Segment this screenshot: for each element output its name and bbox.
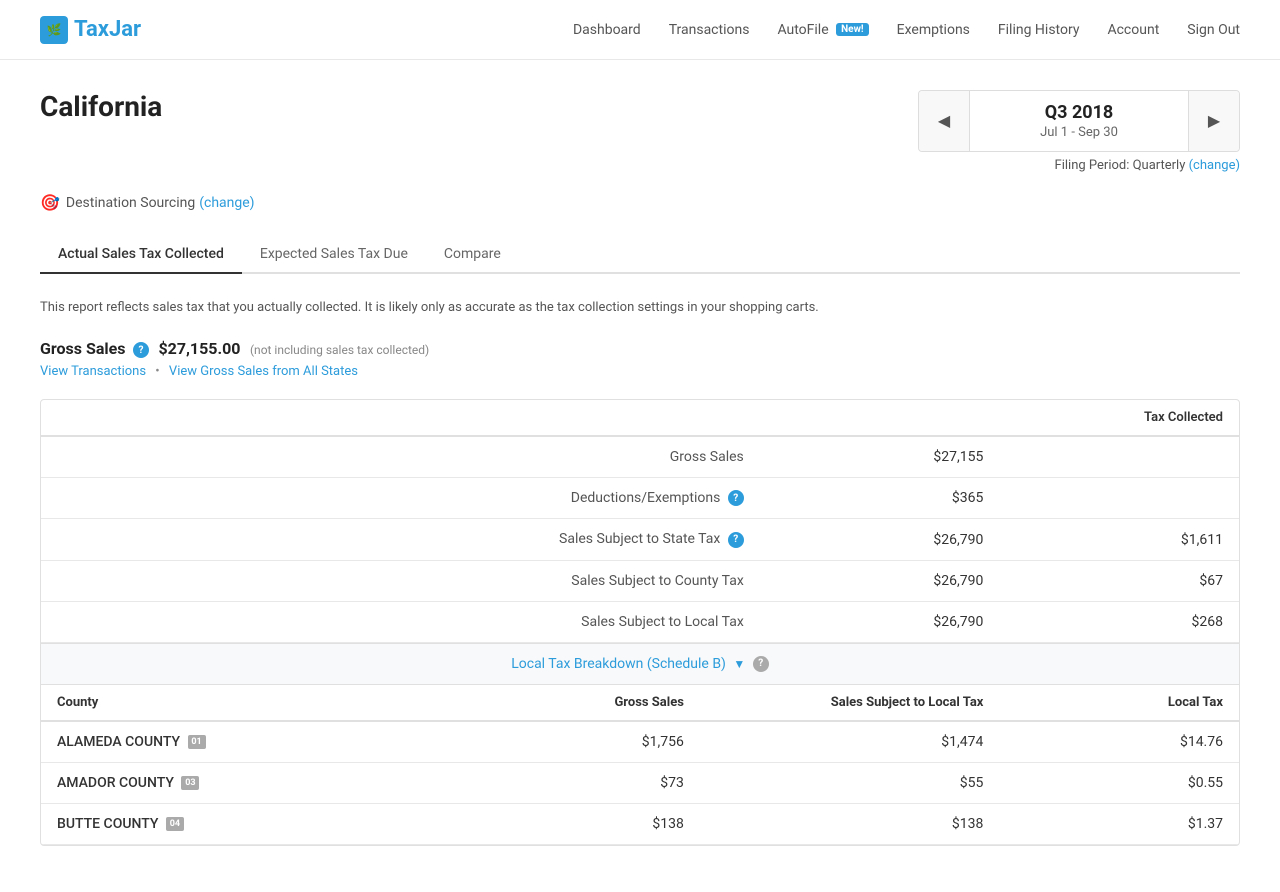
row-tax-deductions [999, 478, 1239, 519]
col-header-amount [760, 400, 1000, 436]
row-amount-county-tax: $26,790 [760, 560, 1000, 601]
county-row: AMADOR COUNTY 03 $73 $55 $0.55 [41, 762, 1239, 803]
sourcing-row: 🎯 Destination Sourcing (change) [40, 193, 1240, 212]
row-label-local-tax: Sales Subject to Local Tax [41, 601, 760, 642]
view-transactions-link[interactable]: View Transactions [40, 364, 146, 379]
county-table: County Gross Sales Sales Subject to Loca… [41, 685, 1239, 845]
nav-exemptions[interactable]: Exemptions [897, 22, 970, 38]
county-gross-alameda: $1,756 [460, 721, 700, 763]
row-tax-state-tax: $1,611 [999, 519, 1239, 560]
tabs: Actual Sales Tax Collected Expected Sale… [40, 236, 1240, 274]
tab-compare[interactable]: Compare [426, 236, 519, 274]
county-row: BUTTE COUNTY 04 $138 $138 $1.37 [41, 803, 1239, 844]
gross-sales-amount: $27,155.00 [158, 339, 240, 358]
header-right: ◀ Q3 2018 Jul 1 - Sep 30 ▶ Filing Period… [918, 90, 1240, 173]
table-row: Sales Subject to State Tax ? $26,790 $1,… [41, 519, 1239, 560]
row-amount-local-tax: $26,790 [760, 601, 1000, 642]
county-col-gross-sales: Gross Sales [460, 685, 700, 721]
row-tax-county-tax: $67 [999, 560, 1239, 601]
sourcing-icon: 🎯 [40, 193, 60, 212]
logo-icon: 🌿 [40, 16, 68, 44]
gross-sales-section: Gross Sales ? $27,155.00 (not including … [40, 339, 1240, 379]
filing-period-change-link[interactable]: (change) [1189, 158, 1240, 173]
table-row: Deductions/Exemptions ? $365 [41, 478, 1239, 519]
nav-account[interactable]: Account [1107, 22, 1159, 38]
view-gross-sales-link[interactable]: View Gross Sales from All States [169, 364, 358, 379]
next-quarter-button[interactable]: ▶ [1189, 91, 1239, 151]
filing-period: Filing Period: Quarterly (change) [1055, 158, 1240, 173]
county-subject-butte: $138 [700, 803, 1000, 844]
county-row: ALAMEDA COUNTY 01 $1,756 $1,474 $14.76 [41, 721, 1239, 763]
table-row: Sales Subject to Local Tax $26,790 $268 [41, 601, 1239, 642]
col-header-tax-collected: Tax Collected [999, 400, 1239, 436]
county-badge: 03 [181, 776, 199, 790]
local-tax-breakdown-row[interactable]: Local Tax Breakdown (Schedule B) ▼ ? [41, 643, 1239, 685]
county-name-alameda: ALAMEDA COUNTY 01 [41, 721, 460, 763]
row-tax-local-tax: $268 [999, 601, 1239, 642]
county-tax-butte: $1.37 [999, 803, 1239, 844]
nav-transactions[interactable]: Transactions [669, 22, 750, 38]
row-tax-gross-sales [999, 436, 1239, 478]
gross-sales-links: View Transactions • View Gross Sales fro… [40, 364, 1240, 379]
quarter-nav: ◀ Q3 2018 Jul 1 - Sep 30 ▶ [918, 90, 1240, 152]
main-table: Tax Collected Gross Sales $27,155 Deduct… [41, 400, 1239, 643]
state-tax-help-icon[interactable]: ? [728, 532, 744, 548]
row-amount-state-tax: $26,790 [760, 519, 1000, 560]
row-label-county-tax: Sales Subject to County Tax [41, 560, 760, 601]
header: 🌿 TaxJar Dashboard Transactions AutoFile… [0, 0, 1280, 60]
county-name-amador: AMADOR COUNTY 03 [41, 762, 460, 803]
row-label-state-tax: Sales Subject to State Tax ? [41, 519, 760, 560]
county-badge: 04 [166, 817, 184, 831]
county-gross-amador: $73 [460, 762, 700, 803]
quarter-label: Q3 2018 [1045, 102, 1114, 123]
logo-text: TaxJar [74, 17, 141, 42]
deductions-help-icon[interactable]: ? [728, 490, 744, 506]
nav-dashboard[interactable]: Dashboard [573, 22, 641, 38]
county-tax-alameda: $14.76 [999, 721, 1239, 763]
row-amount-deductions: $365 [760, 478, 1000, 519]
breakdown-help-icon[interactable]: ? [753, 656, 769, 672]
report-description: This report reflects sales tax that you … [40, 298, 1240, 319]
county-gross-butte: $138 [460, 803, 700, 844]
county-col-sales-subject: Sales Subject to Local Tax [700, 685, 1000, 721]
col-header-empty [41, 400, 760, 436]
autofile-badge: New! [836, 23, 869, 36]
prev-quarter-button[interactable]: ◀ [919, 91, 969, 151]
tab-expected-sales-tax[interactable]: Expected Sales Tax Due [242, 236, 426, 274]
quarter-dates: Jul 1 - Sep 30 [1040, 125, 1118, 140]
county-tax-amador: $0.55 [999, 762, 1239, 803]
breakdown-toggle-icon: ▼ [733, 657, 745, 671]
county-subject-amador: $55 [700, 762, 1000, 803]
logo: 🌿 TaxJar [40, 16, 141, 44]
main-table-wrapper: Tax Collected Gross Sales $27,155 Deduct… [40, 399, 1240, 846]
gross-sales-label: Gross Sales [40, 339, 125, 358]
row-label-gross-sales: Gross Sales [41, 436, 760, 478]
county-badge: 01 [188, 735, 206, 749]
main-nav: Dashboard Transactions AutoFile New! Exe… [573, 22, 1240, 38]
page-header: California ◀ Q3 2018 Jul 1 - Sep 30 ▶ Fi… [40, 90, 1240, 173]
row-amount-gross-sales: $27,155 [760, 436, 1000, 478]
local-tax-breakdown-link[interactable]: Local Tax Breakdown (Schedule B) ▼ ? [511, 656, 769, 672]
page-title: California [40, 90, 162, 123]
quarter-info: Q3 2018 Jul 1 - Sep 30 [969, 91, 1189, 151]
county-subject-alameda: $1,474 [700, 721, 1000, 763]
tab-actual-sales-tax[interactable]: Actual Sales Tax Collected [40, 236, 242, 274]
county-col-county: County [41, 685, 460, 721]
county-name-butte: BUTTE COUNTY 04 [41, 803, 460, 844]
nav-filing-history[interactable]: Filing History [998, 22, 1080, 38]
nav-autofile[interactable]: AutoFile New! [777, 22, 868, 38]
nav-sign-out[interactable]: Sign Out [1187, 22, 1240, 38]
gross-sales-help-icon[interactable]: ? [133, 342, 149, 358]
table-row: Sales Subject to County Tax $26,790 $67 [41, 560, 1239, 601]
page-wrapper: 🌿 TaxJar Dashboard Transactions AutoFile… [0, 0, 1280, 892]
main-content: California ◀ Q3 2018 Jul 1 - Sep 30 ▶ Fi… [0, 60, 1280, 892]
gross-sales-row: Gross Sales ? $27,155.00 (not including … [40, 339, 1240, 358]
sourcing-change-link[interactable]: (change) [199, 195, 254, 211]
county-col-local-tax: Local Tax [999, 685, 1239, 721]
table-row: Gross Sales $27,155 [41, 436, 1239, 478]
row-label-deductions: Deductions/Exemptions ? [41, 478, 760, 519]
gross-sales-note: (not including sales tax collected) [250, 343, 429, 357]
